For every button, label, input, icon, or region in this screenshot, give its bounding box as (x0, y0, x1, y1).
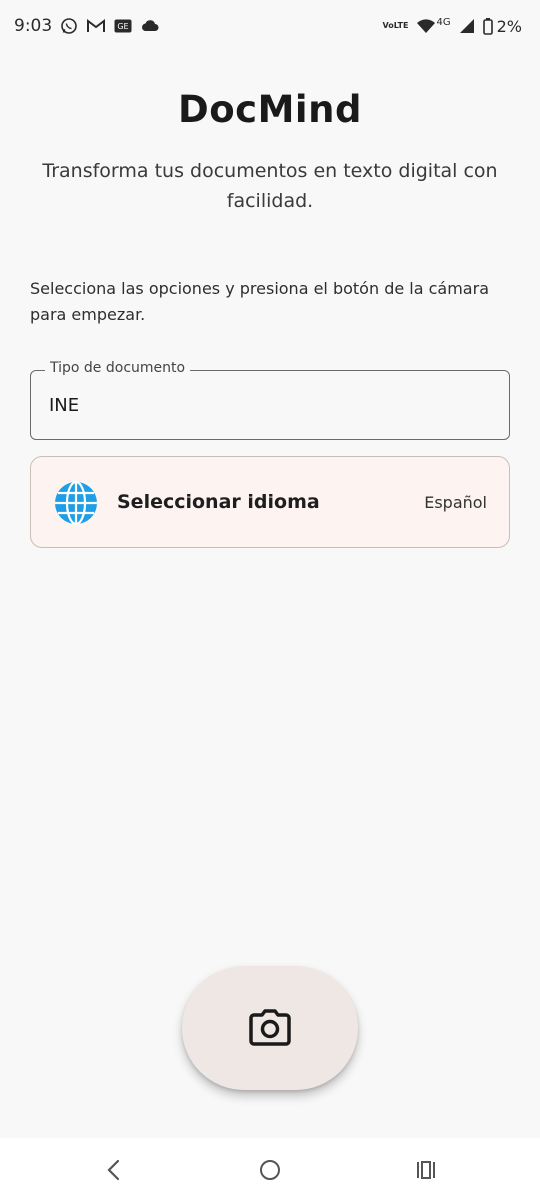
camera-button[interactable] (182, 966, 358, 1090)
battery-icon (482, 17, 493, 35)
app-title: DocMind (178, 88, 362, 131)
document-type-label: Tipo de documento (45, 360, 191, 376)
document-type-field[interactable]: Tipo de documento INE (30, 360, 510, 440)
status-right: Vo LTE 4G 2% (383, 17, 522, 36)
status-time: 9:03 (14, 16, 53, 36)
home-icon (260, 1160, 280, 1180)
status-bar: 9:03 GE Vo LTE 4G 2% (0, 0, 540, 52)
document-type-value: INE (49, 395, 80, 416)
ge-badge-icon: GE (114, 19, 132, 33)
cloud-icon (140, 19, 160, 33)
recents-icon (417, 1161, 435, 1179)
back-button[interactable] (100, 1156, 128, 1184)
instructions-text: Selecciona las opciones y presiona el bo… (30, 279, 489, 324)
ge-badge-text: GE (118, 22, 129, 31)
battery-percentage: 2% (496, 16, 522, 36)
signal-icon (459, 18, 475, 34)
camera-icon (248, 1009, 292, 1047)
gmail-icon (86, 18, 106, 34)
language-selected-value: Español (424, 493, 487, 512)
whatsapp-icon (60, 17, 78, 35)
app-screen: 9:03 GE Vo LTE 4G 2% DocMind Transforma … (0, 0, 540, 1200)
back-icon (107, 1159, 120, 1181)
navigation-bar (0, 1138, 540, 1200)
language-selector-label: Seleccionar idioma (117, 491, 320, 513)
language-selector[interactable]: Seleccionar idioma Español (30, 456, 510, 548)
home-button[interactable] (256, 1156, 284, 1184)
recents-button[interactable] (412, 1156, 440, 1184)
volte-top-text: Vo (382, 21, 394, 30)
globe-icon (53, 480, 99, 526)
wifi-icon (416, 18, 436, 34)
volte-bottom-text: LTE (393, 21, 409, 30)
status-left: 9:03 GE (14, 16, 160, 36)
volte-icon: Vo LTE (383, 22, 409, 30)
network-type-label: 4G (436, 16, 451, 28)
app-subtitle: Transforma tus documentos en texto digit… (42, 160, 498, 212)
